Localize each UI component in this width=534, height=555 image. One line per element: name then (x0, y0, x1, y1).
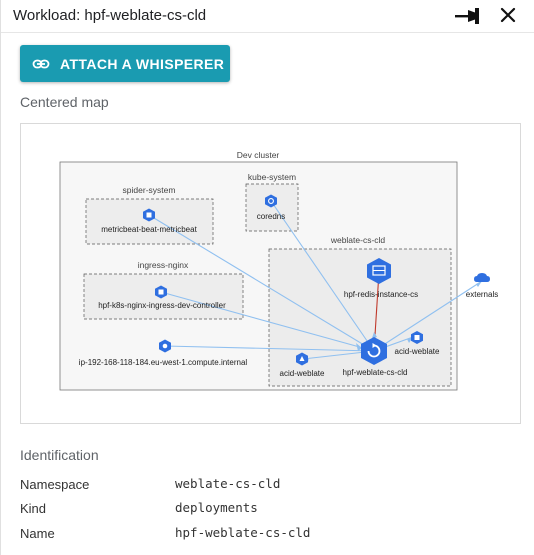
name-value: hpf-weblate-cs-cld (175, 525, 311, 540)
group-label-kube-system: kube-system (248, 172, 296, 182)
svg-text:acid-weblate: acid-weblate (280, 369, 325, 378)
namespace-value: weblate-cs-cld (175, 476, 281, 491)
title-divider (1, 32, 534, 33)
centered-map[interactable]: Dev cluster spider-system kube-system in… (20, 123, 521, 424)
map-section-title: Centered map (20, 94, 109, 110)
svg-text:ip-192-168-118-184.eu-west-1.c: ip-192-168-118-184.eu-west-1.compute.int… (79, 358, 248, 367)
svg-text:hpf-k8s-nginx-ingress-dev-cont: hpf-k8s-nginx-ingress-dev-controller (98, 301, 226, 310)
svg-text:acid-weblate: acid-weblate (395, 347, 440, 356)
namespace-label: Namespace (20, 477, 90, 492)
group-kube-system (245, 183, 299, 232)
svg-text:externals: externals (466, 290, 498, 299)
group-label-ingress-nginx: ingress-nginx (138, 260, 189, 270)
title-bar: Workload: hpf-weblate-cs-cld (1, 0, 534, 32)
panel-title: Workload: hpf-weblate-cs-cld (13, 7, 207, 24)
link-icon (32, 59, 50, 68)
cluster-label: Dev cluster (237, 150, 280, 160)
group-label-spider-system: spider-system (123, 185, 176, 195)
svg-text:hpf-weblate-cs-cld: hpf-weblate-cs-cld (343, 368, 408, 377)
svg-text:hpf-redis-instance-cs: hpf-redis-instance-cs (344, 290, 418, 299)
attach-whisperer-label: ATTACH A WHISPERER (60, 55, 225, 72)
close-icon[interactable] (497, 4, 519, 26)
kind-value: deployments (175, 500, 258, 515)
workload-panel: Workload: hpf-weblate-cs-cld ATTACH A WH… (0, 0, 534, 555)
map-canvas[interactable]: Dev cluster spider-system kube-system in… (21, 124, 520, 423)
kind-label: Kind (20, 501, 47, 516)
group-weblate-cs-cld (268, 248, 452, 387)
svg-text:metricbeat-beat-metricbeat: metricbeat-beat-metricbeat (101, 225, 197, 234)
identification-title: Identification (20, 447, 99, 463)
group-spider-system (85, 198, 214, 245)
node-externals: externals (466, 273, 498, 299)
group-label-weblate-cs-cld: weblate-cs-cld (330, 235, 386, 245)
attach-whisperer-button[interactable]: ATTACH A WHISPERER (20, 45, 230, 82)
svg-text:coredns: coredns (257, 212, 285, 221)
name-label: Name (20, 526, 55, 541)
pin-icon[interactable] (453, 6, 487, 26)
